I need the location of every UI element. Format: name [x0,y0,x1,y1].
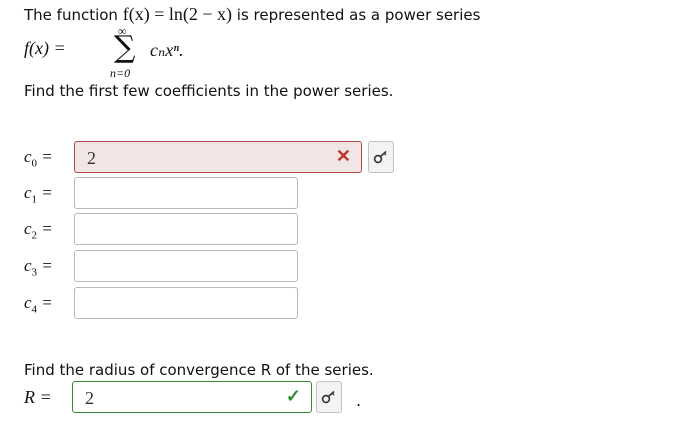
radius-input[interactable]: 2 ✓ [72,381,312,413]
radius-row: R = 2 ✓ . [24,381,700,415]
coefficient-label-3: c3 = [24,256,53,279]
coefficient-row-4: c4 = [24,287,700,321]
series-term: cₙxⁿ. [150,40,184,60]
key-icon [373,150,387,164]
radius-value: 2 [85,388,94,408]
power-series-formula: f(x) = ∞ ∑ n=0 cₙxⁿ. [24,24,244,82]
function-expression: f(x) = ln(2 − x) [122,4,233,24]
sum-lower-limit: n=0 [110,66,131,80]
coefficient-input-1[interactable] [74,177,298,209]
coefficient-input-2[interactable] [74,213,298,245]
coefficient-label-4: c4 = [24,293,53,316]
series-lhs: f(x) = [24,38,66,58]
radius-prompt: Find the radius of convergence R of the … [24,361,374,379]
intro-suffix: is represented as a power series [236,6,481,24]
coefficients-prompt: Find the first few coefficients in the p… [24,82,394,100]
intro-prefix: The function [24,6,118,24]
trailing-period: . [356,391,362,410]
coefficient-input-4[interactable] [74,287,298,319]
key-icon [321,390,335,404]
coefficient-value-0: 2 [87,148,96,168]
coefficient-input-3[interactable] [74,250,298,282]
coefficient-label-2: c2 = [24,219,53,242]
coefficient-label-0: c0 = [24,147,53,170]
key-button-0[interactable] [368,141,394,173]
sigma-symbol: ∑ [114,30,136,65]
coefficient-row-0: c0 = 2 ✕ [24,141,700,175]
key-button-radius[interactable] [316,381,342,413]
coefficient-row-2: c2 = [24,213,700,247]
coefficient-label-1: c1 = [24,183,53,206]
function-statement: The function f(x) = ln(2 − x) is represe… [24,4,480,25]
coefficient-input-0[interactable]: 2 ✕ [74,141,362,173]
x-mark-icon: ✕ [335,146,351,166]
radius-label: R = [24,387,52,407]
coefficient-row-3: c3 = [24,250,700,284]
coefficient-row-1: c1 = [24,177,700,211]
check-mark-icon: ✓ [285,386,301,406]
